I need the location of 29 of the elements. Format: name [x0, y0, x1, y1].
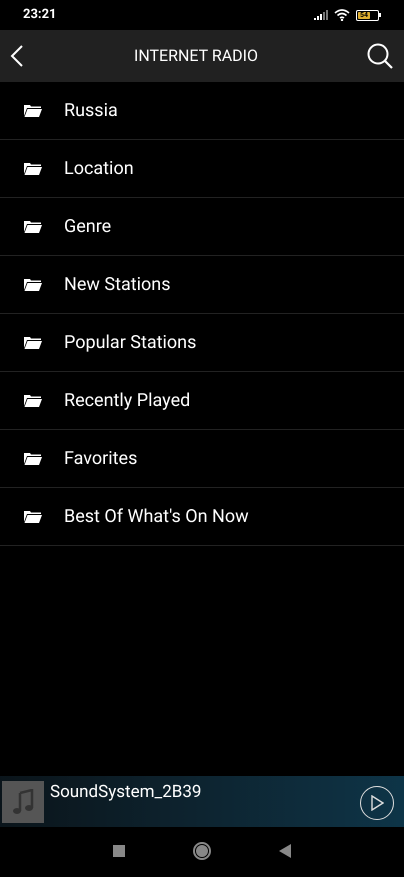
status-time: 23:21 [23, 6, 56, 24]
folder-item[interactable]: Russia [0, 82, 404, 140]
back-nav-button[interactable] [279, 844, 291, 858]
music-note-icon [2, 781, 44, 823]
search-button[interactable] [366, 42, 394, 70]
screen-title: INTERNET RADIO [134, 45, 258, 67]
folder-icon [24, 220, 42, 233]
folder-item[interactable]: Best Of What's On Now [0, 488, 404, 546]
folder-item[interactable]: Popular Stations [0, 314, 404, 372]
station-name: SoundSystem_2B39 [50, 781, 202, 803]
folder-icon [24, 394, 42, 407]
folder-item[interactable]: Location [0, 140, 404, 198]
player-bar[interactable]: SoundSystem_2B39 [0, 776, 404, 827]
play-button[interactable] [360, 786, 394, 820]
folder-icon [24, 278, 42, 291]
folder-item[interactable]: Favorites [0, 430, 404, 488]
folder-icon [24, 510, 42, 523]
play-icon [370, 795, 384, 811]
folder-icon [24, 336, 42, 349]
wifi-icon [334, 9, 350, 21]
folder-icon [24, 452, 42, 465]
folder-icon [24, 104, 42, 117]
signal-icon [314, 10, 328, 20]
folder-icon [24, 162, 42, 175]
folder-item[interactable]: Recently Played [0, 372, 404, 430]
folder-item[interactable]: New Stations [0, 256, 404, 314]
folder-item[interactable]: Genre [0, 198, 404, 256]
home-button[interactable] [193, 842, 211, 860]
recents-button[interactable] [113, 844, 125, 856]
